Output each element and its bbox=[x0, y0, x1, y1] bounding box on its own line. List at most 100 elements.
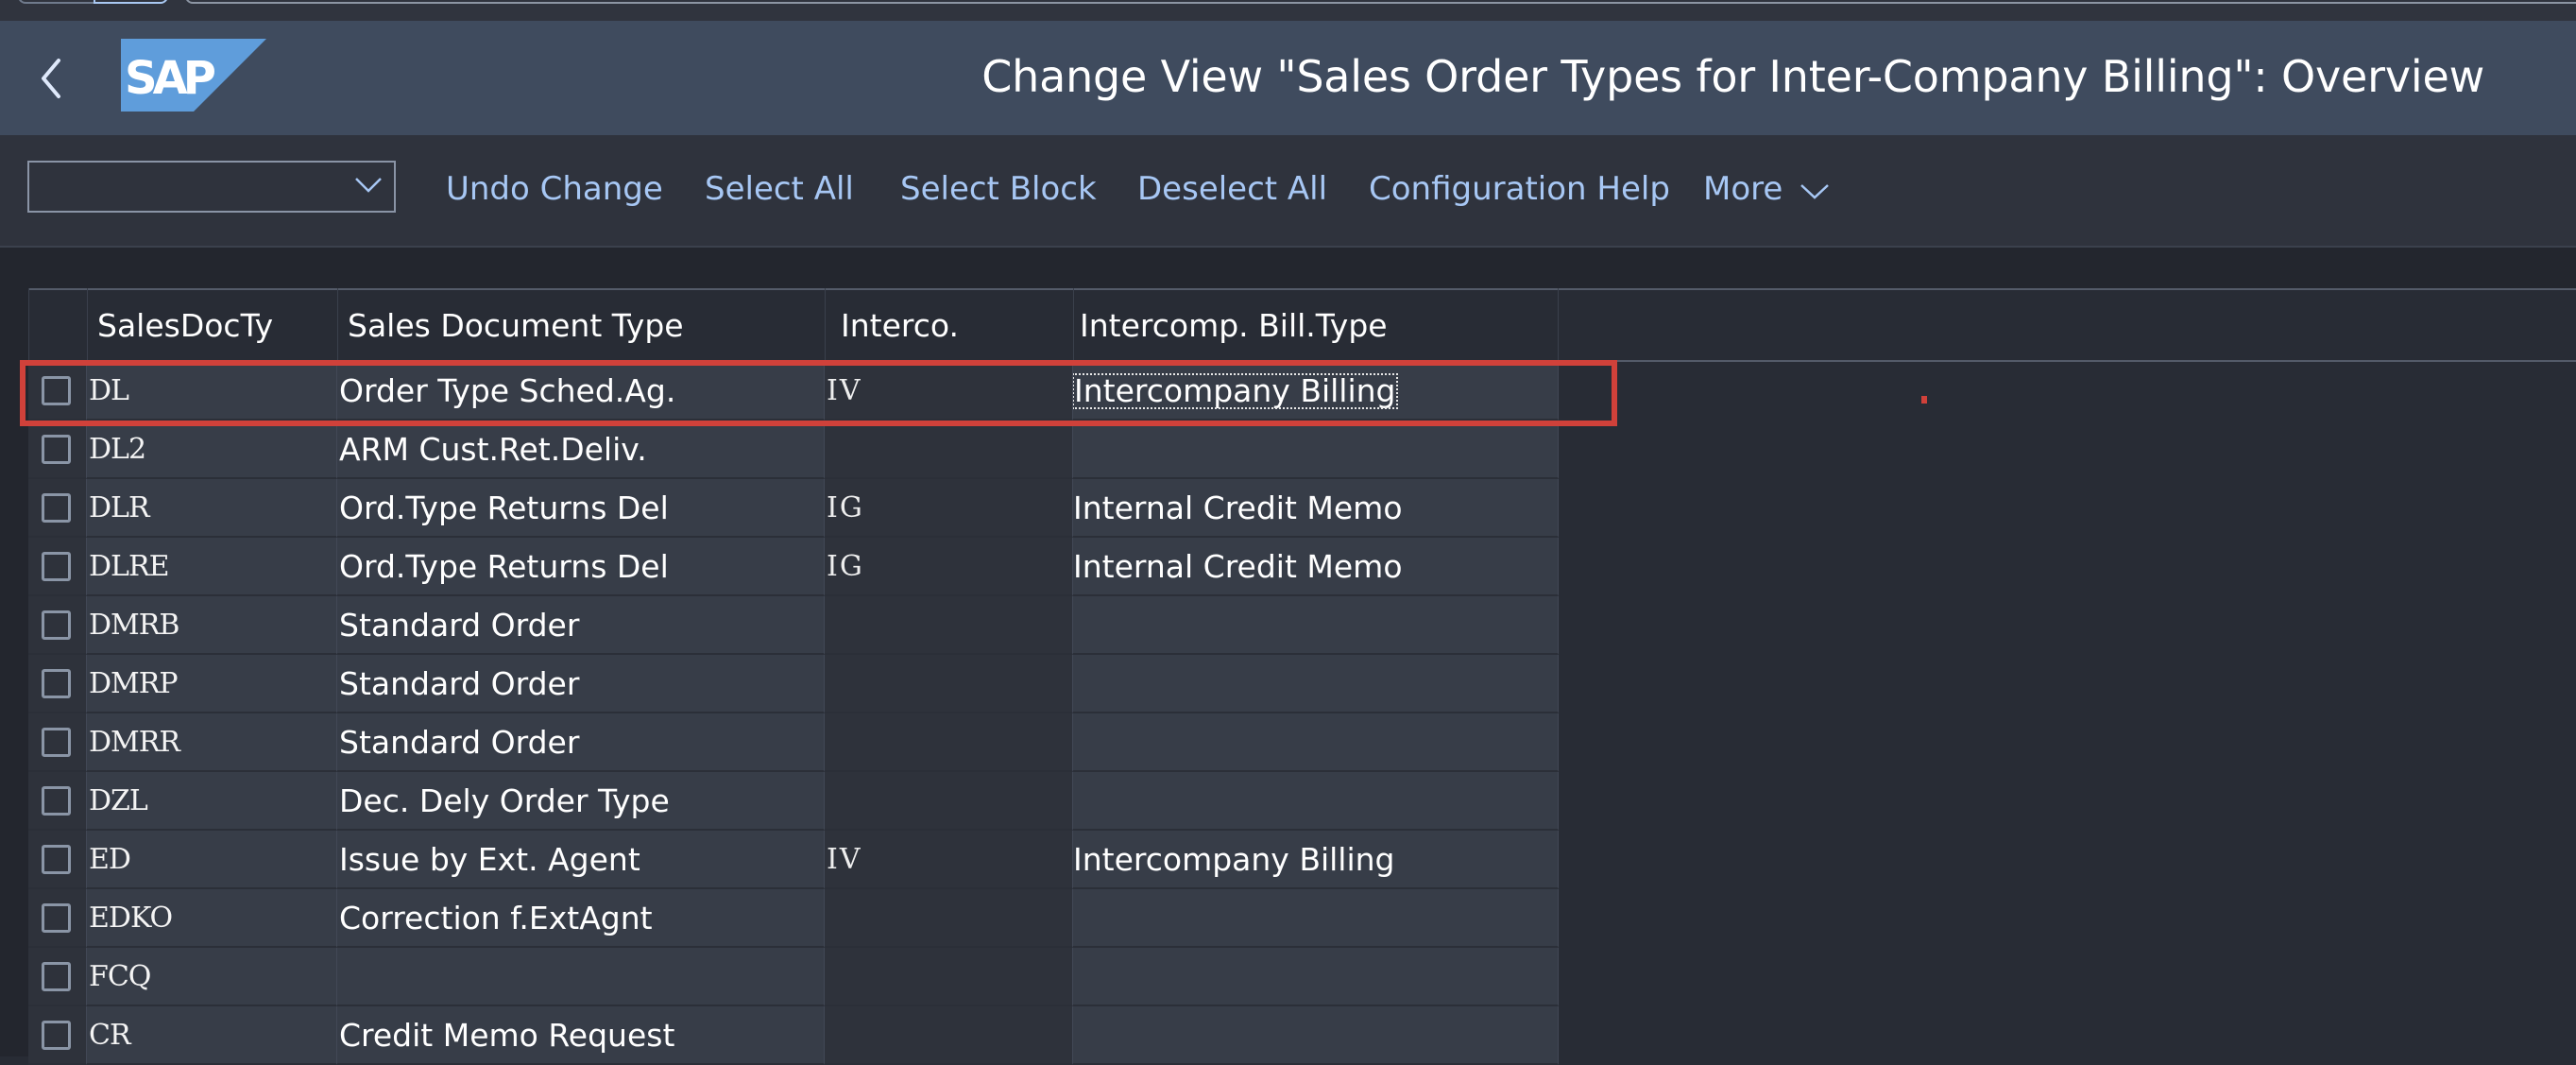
view-select-dropdown[interactable] bbox=[27, 161, 396, 213]
intercomp-bill-type-text bbox=[1073, 655, 1559, 713]
row-checkbox[interactable] bbox=[42, 786, 71, 816]
interco-billing-type-input[interactable] bbox=[825, 421, 1073, 479]
sales-doc-type-code: EDKO bbox=[87, 889, 337, 948]
header-interco[interactable]: Interco. bbox=[825, 288, 1073, 362]
header-select-column[interactable] bbox=[28, 288, 87, 362]
interco-billing-type-input[interactable] bbox=[825, 713, 1073, 772]
sales-doc-type-code: DL2 bbox=[87, 421, 337, 479]
undo-change-button[interactable]: Undo Change bbox=[446, 170, 663, 208]
sales-doc-type-description: Order Type Sched.Ag. bbox=[337, 362, 825, 421]
header-salesdocty[interactable]: SalesDocTy bbox=[87, 288, 337, 362]
interco-billing-type-input[interactable]: IV bbox=[825, 831, 1073, 889]
interco-billing-type-input[interactable] bbox=[825, 889, 1073, 948]
intercomp-bill-type-text bbox=[1073, 889, 1559, 948]
row-select-cell[interactable] bbox=[28, 948, 87, 1006]
row-checkbox[interactable] bbox=[42, 1021, 71, 1050]
segmented-button-right[interactable] bbox=[94, 0, 168, 4]
deselect-all-button[interactable]: Deselect All bbox=[1137, 170, 1327, 208]
table-row[interactable]: DLR Ord.Type Returns Del IG Internal Credit… bbox=[28, 479, 1559, 538]
table-row[interactable]: DLRE Ord.Type Returns Del IG Internal Credi… bbox=[28, 538, 1559, 596]
interco-billing-type-input[interactable] bbox=[825, 772, 1073, 831]
intercomp-bill-type-text: Internal Credit Memo bbox=[1073, 479, 1559, 538]
row-checkbox[interactable] bbox=[42, 903, 71, 933]
interco-billing-type-input[interactable] bbox=[825, 948, 1073, 1006]
row-select-cell[interactable] bbox=[28, 538, 87, 596]
sales-doc-type-description: Issue by Ext. Agent bbox=[337, 831, 825, 889]
sales-doc-type-code: DLR bbox=[87, 479, 337, 538]
row-checkbox[interactable] bbox=[42, 435, 71, 464]
configuration-help-button[interactable]: Configuration Help bbox=[1369, 170, 1670, 208]
intercomp-bill-type-text: Internal Credit Memo bbox=[1073, 538, 1559, 596]
chevron-down-icon bbox=[355, 178, 382, 193]
sales-doc-type-description: Standard Order bbox=[337, 655, 825, 713]
intercomp-bill-type-text bbox=[1073, 596, 1559, 655]
intercomp-bill-type-text bbox=[1073, 772, 1559, 831]
row-select-cell[interactable] bbox=[28, 772, 87, 831]
row-checkbox[interactable] bbox=[42, 669, 71, 698]
table-row[interactable]: DMRB Standard Order bbox=[28, 596, 1559, 655]
intercomp-bill-type-text: Intercompany Billing bbox=[1073, 831, 1559, 889]
sales-doc-type-code: DMRB bbox=[87, 596, 337, 655]
table-row[interactable]: DL2 ARM Cust.Ret.Deliv. bbox=[28, 421, 1559, 479]
page-title: Change View "Sales Order Types for Inter… bbox=[981, 51, 2484, 102]
row-checkbox[interactable] bbox=[42, 610, 71, 640]
interco-billing-type-input[interactable]: IG bbox=[825, 538, 1073, 596]
row-select-cell[interactable] bbox=[28, 362, 87, 421]
sales-doc-type-code: DZL bbox=[87, 772, 337, 831]
row-select-cell[interactable] bbox=[28, 596, 87, 655]
back-button[interactable] bbox=[38, 57, 66, 100]
interco-billing-type-input[interactable] bbox=[825, 596, 1073, 655]
header-intercomp-bill-type[interactable]: Intercomp. Bill.Type bbox=[1073, 288, 1559, 362]
toolbar: Undo Change Select All Select Block Dese… bbox=[0, 135, 2576, 248]
top-strip bbox=[0, 0, 2576, 21]
sales-doc-type-code: FCQ bbox=[87, 948, 337, 1006]
select-block-button[interactable]: Select Block bbox=[900, 170, 1097, 208]
sales-doc-type-description: Correction f.ExtAgnt bbox=[337, 889, 825, 948]
sales-doc-type-code: DL bbox=[87, 362, 337, 421]
table-row[interactable]: DL Order Type Sched.Ag. IV Intercompany Bil… bbox=[28, 362, 1559, 421]
sales-doc-type-code: DLRE bbox=[87, 538, 337, 596]
row-select-cell[interactable] bbox=[28, 831, 87, 889]
table-empty-area bbox=[1559, 362, 2576, 1056]
intercomp-bill-type-text bbox=[1073, 421, 1559, 479]
sap-logo: SAP bbox=[121, 39, 266, 112]
row-select-cell[interactable] bbox=[28, 421, 87, 479]
row-select-cell[interactable] bbox=[28, 713, 87, 772]
intercomp-bill-type-text: Intercompany Billing bbox=[1073, 362, 1559, 421]
row-select-cell[interactable] bbox=[28, 655, 87, 713]
chevron-left-icon bbox=[42, 59, 60, 98]
sales-doc-type-code: DMRR bbox=[87, 713, 337, 772]
table-row[interactable]: DZL Dec. Dely Order Type bbox=[28, 772, 1559, 831]
row-checkbox[interactable] bbox=[42, 552, 71, 581]
row-select-cell[interactable] bbox=[28, 889, 87, 948]
sales-doc-type-description bbox=[337, 948, 825, 1006]
interco-billing-type-input[interactable]: IG bbox=[825, 479, 1073, 538]
row-checkbox[interactable] bbox=[42, 493, 71, 523]
table-row[interactable]: ED Issue by Ext. Agent IV Intercompany Bill… bbox=[28, 831, 1559, 889]
header-sales-document-type[interactable]: Sales Document Type bbox=[337, 288, 825, 362]
focused-text: Intercompany Billing bbox=[1073, 372, 1398, 409]
sales-doc-type-description: Standard Order bbox=[337, 713, 825, 772]
row-checkbox[interactable] bbox=[42, 845, 71, 874]
more-label: More bbox=[1703, 170, 1783, 208]
row-checkbox[interactable] bbox=[42, 728, 71, 757]
table-row[interactable]: DMRP Standard Order bbox=[28, 655, 1559, 713]
table-row[interactable]: FCQ bbox=[28, 948, 1559, 1006]
intercomp-bill-type-text bbox=[1073, 948, 1559, 1006]
table-row[interactable]: EDKO Correction f.ExtAgnt bbox=[28, 889, 1559, 948]
sales-doc-type-description: Ord.Type Returns Del bbox=[337, 538, 825, 596]
interco-billing-type-input[interactable] bbox=[825, 655, 1073, 713]
red-marker bbox=[1921, 396, 1927, 404]
row-select-cell[interactable] bbox=[28, 479, 87, 538]
row-checkbox[interactable] bbox=[42, 962, 71, 991]
table-row[interactable]: DMRR Standard Order bbox=[28, 713, 1559, 772]
more-button[interactable]: More bbox=[1703, 170, 1830, 208]
sales-doc-type-description: Standard Order bbox=[337, 596, 825, 655]
chevron-down-icon bbox=[1800, 183, 1830, 199]
shell-header: SAP Change View "Sales Order Types for I… bbox=[0, 21, 2576, 135]
interco-billing-type-input[interactable]: IV bbox=[825, 362, 1073, 421]
row-checkbox[interactable] bbox=[42, 376, 71, 405]
top-input-field[interactable] bbox=[185, 0, 2576, 4]
select-all-button[interactable]: Select All bbox=[705, 170, 854, 208]
sales-doc-type-code: DMRP bbox=[87, 655, 337, 713]
